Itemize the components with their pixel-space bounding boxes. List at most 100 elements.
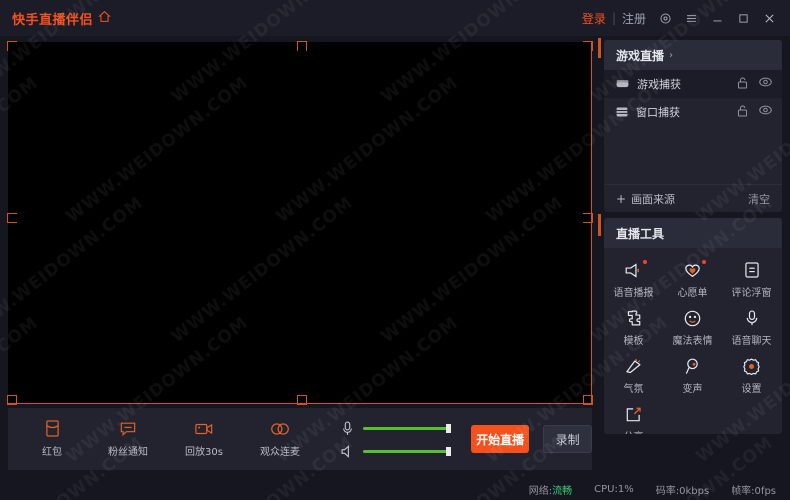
notification-badge (702, 259, 706, 264)
tools-panel-title: 直播工具 (616, 226, 665, 241)
bottom-tool-audience-link[interactable]: 观众连麦 (254, 420, 306, 458)
maximize-icon[interactable] (730, 0, 756, 36)
rail-marker-top (598, 38, 601, 58)
app-title: 快手直播伴侣 (12, 12, 94, 28)
register-button[interactable]: 注册 (616, 10, 652, 27)
network-status: 网络:流畅 (529, 482, 572, 497)
microphone-icon (340, 421, 354, 436)
sources-panel-header[interactable]: 游戏直播 › (604, 40, 782, 70)
bitrate-status: 码率:0kbps (655, 485, 710, 497)
rail-marker-mid (598, 214, 601, 236)
clear-sources-button[interactable]: 清空 (748, 191, 770, 207)
unlock-icon[interactable] (737, 77, 748, 92)
atmosphere-icon (625, 358, 642, 375)
menu-icon[interactable] (678, 0, 704, 36)
tool-voice-broadcast[interactable]: 语音播报 (604, 256, 663, 304)
tool-voice-chat[interactable]: 语音聊天 (722, 304, 781, 352)
bottom-tool-label: 回放30s (185, 447, 223, 458)
tool-wishlist[interactable]: 心愿单 (663, 256, 722, 304)
app-brand: 快手直播伴侣 (12, 9, 111, 28)
tool-label: 设置 (741, 383, 762, 395)
tool-label: 变声 (682, 383, 703, 395)
tool-comment-float[interactable]: 评论浮窗 (722, 256, 781, 304)
bottom-tool-fan-notice[interactable]: 粉丝通知 (102, 420, 154, 458)
status-bar: 网络:流畅 CPU:1% 码率:0kbps 帧率:0fps (0, 478, 790, 500)
fan-notice-icon (120, 420, 136, 437)
gear-icon[interactable] (652, 0, 678, 36)
magic-emoji-icon (684, 310, 701, 327)
tool-label: 魔法表情 (672, 335, 713, 347)
sources-panel: 游戏直播 › 游戏捕获 窗口捕获 + 画面来源 清空 (604, 40, 782, 212)
sources-panel-title: 游戏直播 (616, 48, 665, 63)
tool-label: 模板 (623, 335, 644, 347)
tool-voice-change[interactable]: 变声 (663, 352, 722, 400)
bottom-tool-label: 红包 (42, 447, 62, 458)
microphone-slider-row[interactable] (340, 421, 451, 436)
selection-right-line (591, 42, 592, 404)
tool-atmosphere[interactable]: 气氛 (604, 352, 663, 400)
tools-grid: 语音播报 心愿单 评论浮窗 模板 魔法表情 语音聊天 气氛 变声 设置 (604, 248, 782, 434)
resize-handle-bottom-center[interactable] (297, 395, 307, 405)
microphone-slider-thumb[interactable] (446, 423, 451, 433)
window-icon (616, 107, 628, 117)
bottom-tool-label: 观众连麦 (260, 447, 300, 458)
preview-canvas[interactable] (7, 41, 593, 405)
home-icon[interactable] (98, 10, 111, 26)
plus-icon[interactable]: + (616, 192, 626, 206)
replay-30s-icon (195, 420, 213, 437)
source-item-game-capture[interactable]: 游戏捕获 (604, 70, 782, 98)
bottom-tool-label: 粉丝通知 (108, 447, 148, 458)
resize-handle-top-right[interactable] (583, 41, 593, 51)
settings-gear-icon (743, 358, 760, 375)
source-item-label: 窗口捕获 (636, 106, 680, 119)
resize-handle-bottom-left[interactable] (7, 395, 17, 405)
resize-handle-middle-left[interactable] (7, 213, 17, 223)
eye-icon[interactable] (759, 105, 772, 120)
source-item-actions (737, 77, 772, 92)
panel-rail (598, 36, 602, 476)
tool-share[interactable]: 分享 (604, 400, 663, 434)
app-window: 快手直播伴侣 登录 | 注册 红包 粉丝通知 回放30s 观众连麦 开始直播 录… (0, 0, 790, 500)
speaker-slider-fill (363, 449, 449, 453)
bottom-tool-replay[interactable]: 回放30s (178, 420, 230, 458)
megaphone-icon (625, 259, 647, 279)
resize-handle-top-center[interactable] (297, 41, 307, 51)
resize-handle-top-left[interactable] (7, 41, 17, 51)
voice-change-icon (685, 358, 700, 375)
close-icon[interactable] (756, 0, 782, 36)
tool-template[interactable]: 模板 (604, 304, 663, 352)
login-button[interactable]: 登录 (576, 10, 612, 27)
bottom-tool-red-packet[interactable]: 红包 (26, 420, 78, 458)
speaker-slider-thumb[interactable] (446, 446, 451, 456)
unlock-icon[interactable] (737, 105, 748, 120)
tools-panel: 直播工具 语音播报 心愿单 评论浮窗 模板 魔法表情 语音聊天 气氛 变声 设置 (604, 218, 782, 434)
resize-handle-middle-right[interactable] (583, 213, 593, 223)
sources-panel-footer: + 画面来源 清空 (604, 184, 782, 212)
speaker-icon (340, 444, 354, 458)
tool-label: 语音播报 (613, 287, 654, 299)
add-source-button[interactable]: 画面来源 (631, 191, 675, 207)
source-item-window-capture[interactable]: 窗口捕获 (604, 98, 782, 126)
tool-label: 气氛 (623, 383, 644, 395)
tool-magic-emoji[interactable]: 魔法表情 (663, 304, 722, 352)
heart-icon (684, 259, 706, 279)
speaker-slider-row[interactable] (340, 444, 451, 458)
speaker-slider[interactable] (363, 446, 451, 456)
cpu-status: CPU:1% (594, 483, 634, 495)
chevron-right-icon[interactable]: › (669, 50, 673, 61)
microphone-slider[interactable] (363, 423, 451, 433)
network-value: 流畅 (552, 485, 573, 497)
tool-settings[interactable]: 设置 (722, 352, 781, 400)
source-item-actions (737, 105, 772, 120)
right-panel: 游戏直播 › 游戏捕获 窗口捕获 + 画面来源 清空 直播工具 语音播报 心愿单… (604, 40, 782, 434)
eye-icon[interactable] (759, 77, 772, 92)
fps-status: 帧率:0fps (731, 485, 776, 497)
comment-float-icon (744, 262, 759, 279)
gamepad-icon (616, 79, 629, 89)
tool-label: 分享 (624, 428, 644, 435)
resize-handle-bottom-right[interactable] (583, 395, 593, 405)
record-button[interactable]: 录制 (543, 425, 592, 453)
start-live-button[interactable]: 开始直播 (471, 425, 530, 453)
minimize-icon[interactable] (704, 0, 730, 36)
notification-badge (643, 259, 647, 264)
